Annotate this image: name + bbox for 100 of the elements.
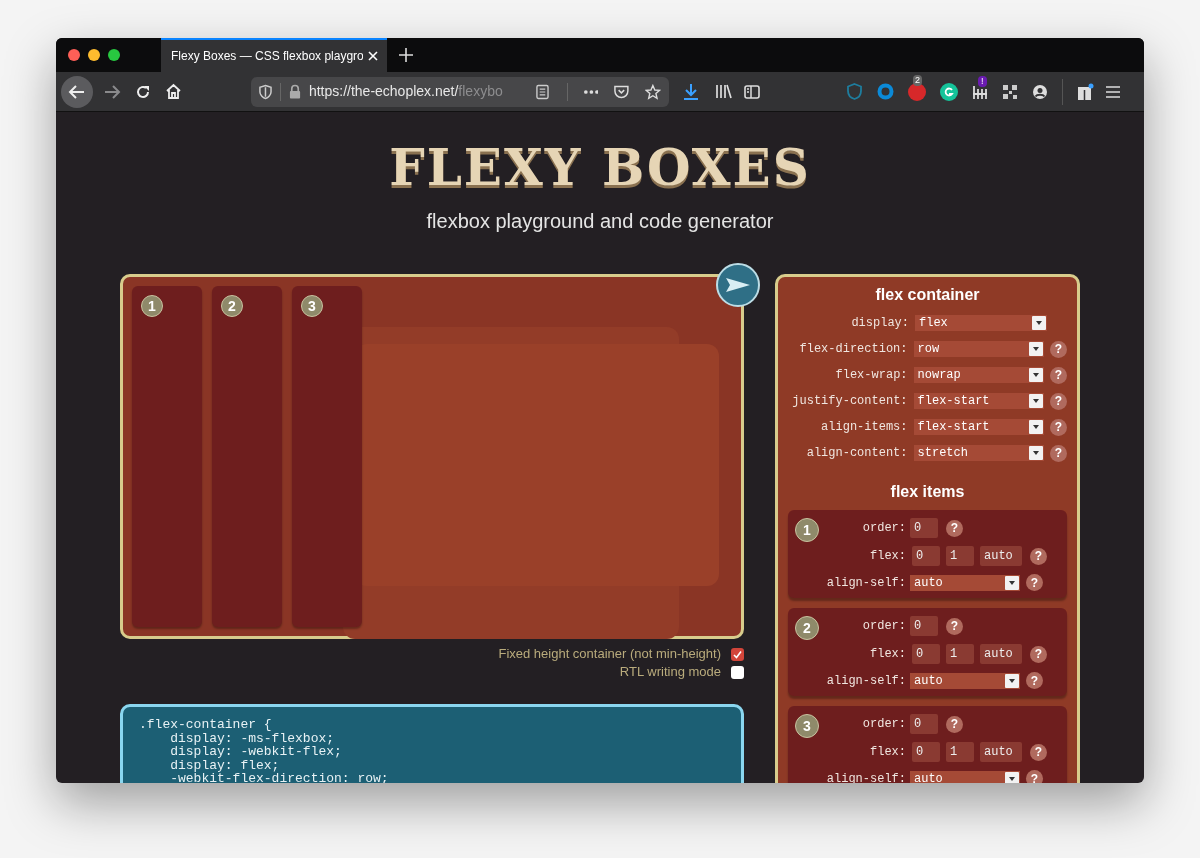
help-button[interactable]: ? bbox=[1026, 770, 1043, 783]
browser-tab[interactable]: Flexy Boxes — CSS flexbox playgro bbox=[161, 38, 387, 72]
play-icon bbox=[726, 278, 750, 292]
input-field[interactable]: auto bbox=[980, 546, 1022, 566]
ring-icon[interactable] bbox=[877, 83, 894, 100]
number-badge: 2 bbox=[221, 295, 243, 317]
property-label: order: bbox=[861, 618, 906, 635]
option-label: Fixed height container (not min-height) bbox=[498, 645, 721, 663]
play-button[interactable] bbox=[716, 263, 760, 307]
property-label: align-self: bbox=[825, 672, 906, 690]
input-field[interactable]: 0 bbox=[912, 742, 940, 762]
sidebar-icon[interactable] bbox=[744, 84, 760, 99]
dropdown[interactable]: row bbox=[913, 341, 1044, 357]
property-label: flex: bbox=[869, 548, 906, 565]
equalizer-icon[interactable] bbox=[972, 83, 988, 100]
shield-icon[interactable] bbox=[259, 83, 272, 100]
dropdown[interactable]: flex-start bbox=[913, 393, 1044, 409]
help-button[interactable]: ? bbox=[1030, 743, 1047, 761]
lock-icon bbox=[288, 84, 301, 99]
section-heading: flex items bbox=[889, 482, 966, 502]
help-button[interactable]: ? bbox=[1050, 392, 1067, 410]
input-field[interactable]: 0 bbox=[910, 616, 938, 636]
dropdown[interactable]: flex-start bbox=[913, 419, 1044, 435]
property-label: justify-content: bbox=[791, 393, 908, 410]
back-button[interactable] bbox=[61, 75, 93, 108]
input-field[interactable]: auto bbox=[980, 742, 1022, 762]
help-button[interactable]: ? bbox=[1050, 366, 1067, 384]
dropdown[interactable]: stretch bbox=[913, 445, 1044, 461]
dropdown[interactable]: flex bbox=[915, 315, 1047, 331]
subtitle: flexbox playground and code generator bbox=[426, 209, 774, 234]
logo-title: FLEXY BOXES bbox=[389, 140, 811, 196]
property-label: flex-direction: bbox=[798, 341, 908, 358]
help-button[interactable]: ? bbox=[1030, 645, 1047, 663]
library-icon[interactable] bbox=[715, 84, 732, 99]
number-badge: 3 bbox=[795, 714, 819, 738]
checkbox[interactable] bbox=[731, 647, 744, 661]
dropdown[interactable]: auto bbox=[910, 672, 1020, 689]
help-button[interactable]: ? bbox=[1050, 444, 1067, 462]
address-bar[interactable]: https://the-echoplex.net/flexybo bbox=[251, 76, 669, 107]
dropdown[interactable]: auto bbox=[910, 770, 1020, 783]
qr-code-icon[interactable] bbox=[1002, 83, 1018, 100]
help-button[interactable]: ? bbox=[1050, 418, 1067, 436]
dropdown[interactable]: nowrap bbox=[913, 367, 1044, 383]
alert-badge: ! bbox=[978, 75, 987, 87]
checkbox[interactable] bbox=[731, 665, 744, 679]
property-label: flex-wrap: bbox=[834, 367, 908, 384]
help-button[interactable]: ? bbox=[946, 617, 963, 635]
input-field[interactable]: 1 bbox=[946, 546, 974, 566]
help-button[interactable]: ? bbox=[1050, 340, 1067, 358]
pocket-icon[interactable] bbox=[614, 84, 630, 99]
property-label: flex: bbox=[869, 744, 906, 761]
input-field[interactable]: auto bbox=[980, 644, 1022, 664]
input-field[interactable]: 0 bbox=[910, 714, 938, 734]
help-button[interactable]: ? bbox=[1026, 672, 1043, 689]
property-label: align-content: bbox=[805, 445, 908, 462]
number-badge: 3 bbox=[301, 295, 323, 317]
grammar-icon[interactable] bbox=[940, 82, 958, 101]
url-path-text: flexybo bbox=[458, 83, 503, 99]
input-field[interactable]: 1 bbox=[946, 644, 974, 664]
menu-icon[interactable] bbox=[1106, 85, 1120, 98]
property-label: align-self: bbox=[825, 574, 906, 592]
star-icon[interactable] bbox=[645, 83, 661, 100]
reader-view-icon[interactable] bbox=[535, 83, 549, 100]
help-button[interactable]: ? bbox=[946, 715, 963, 733]
input-field[interactable]: 0 bbox=[912, 644, 940, 664]
dropdown[interactable]: auto bbox=[910, 574, 1020, 591]
help-button[interactable]: ? bbox=[1026, 574, 1043, 591]
shield-icon[interactable] bbox=[846, 83, 863, 100]
help-button[interactable]: ? bbox=[1030, 547, 1047, 565]
arrow-left-icon bbox=[68, 82, 86, 101]
input-field[interactable]: 1 bbox=[946, 742, 974, 762]
more-icon[interactable] bbox=[583, 89, 599, 94]
maximize-window-icon[interactable] bbox=[108, 49, 120, 61]
close-window-icon[interactable] bbox=[68, 49, 80, 61]
property-label: display: bbox=[850, 315, 909, 332]
minimize-window-icon[interactable] bbox=[88, 49, 100, 61]
reload-icon[interactable] bbox=[135, 83, 151, 100]
tab-title: Flexy Boxes — CSS flexbox playgro bbox=[171, 48, 363, 65]
adblock-icon[interactable] bbox=[908, 82, 926, 101]
gift-icon[interactable] bbox=[1076, 82, 1094, 101]
download-icon[interactable] bbox=[683, 82, 699, 101]
section-heading: flex container bbox=[874, 285, 981, 305]
property-label: align-items: bbox=[820, 419, 908, 436]
close-icon[interactable] bbox=[367, 50, 379, 62]
input-field[interactable]: 0 bbox=[912, 546, 940, 566]
number-badge: 1 bbox=[795, 518, 819, 542]
forward-icon[interactable] bbox=[103, 82, 121, 101]
count-badge: 2 bbox=[913, 74, 922, 86]
number-badge: 1 bbox=[141, 295, 163, 317]
number-badge: 2 bbox=[795, 616, 819, 640]
input-field[interactable]: 0 bbox=[910, 518, 938, 538]
property-label: order: bbox=[861, 520, 906, 537]
dropdown-arrow-icon[interactable] bbox=[1005, 771, 1019, 783]
help-button[interactable]: ? bbox=[946, 519, 963, 537]
property-label: flex: bbox=[869, 646, 906, 663]
option-label: RTL writing mode bbox=[619, 663, 721, 681]
home-icon[interactable] bbox=[165, 83, 182, 100]
new-tab-icon[interactable] bbox=[399, 48, 413, 62]
account-icon[interactable] bbox=[1032, 83, 1048, 100]
property-label: order: bbox=[861, 716, 906, 733]
